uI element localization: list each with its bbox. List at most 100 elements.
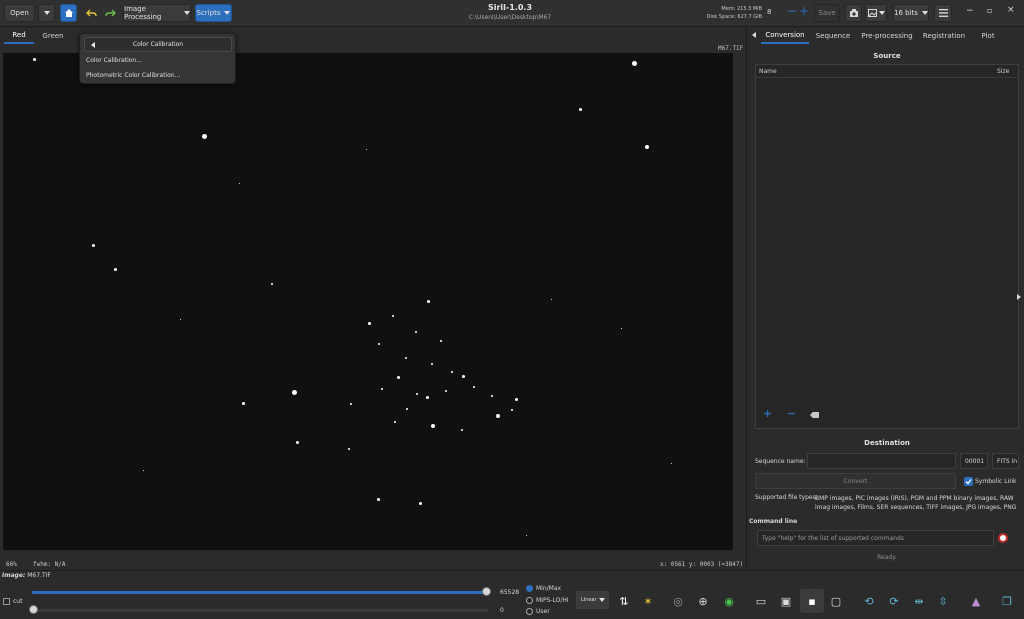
remove-file-icon[interactable]: − (787, 407, 796, 420)
max-value[interactable]: 65528 (500, 589, 519, 596)
submenu-title: Color Calibration (132, 41, 184, 48)
star (350, 403, 352, 405)
false-color-view-icon[interactable]: ▪ (800, 589, 824, 613)
sequence-name-input[interactable] (807, 453, 956, 469)
target-icon[interactable]: ◉ (719, 591, 739, 611)
chevron-down-icon (921, 11, 928, 15)
min-value[interactable]: 0 (500, 607, 504, 614)
tab-preprocessing[interactable]: Pre-processing (859, 27, 915, 44)
star (461, 429, 463, 431)
flip-icon[interactable]: ⇅ (614, 591, 634, 611)
save-label: Save (818, 9, 836, 17)
min-slider[interactable] (32, 609, 489, 612)
radio-user[interactable] (526, 608, 533, 615)
maximize-icon[interactable]: ▫ (987, 6, 992, 15)
star (496, 414, 500, 418)
symbolic-link-checkbox[interactable] (964, 477, 973, 486)
app-title: Siril-1.0.3 (487, 3, 533, 12)
redo-button[interactable] (101, 4, 119, 22)
column-size[interactable]: Size (997, 68, 1009, 75)
snapshot-button[interactable] (845, 4, 862, 22)
stretch-dropdown[interactable]: Linear (576, 591, 609, 609)
star (579, 108, 582, 111)
rotate-cw-icon[interactable]: ⟳ (884, 591, 904, 611)
inverted-view-icon[interactable]: ▢ (826, 591, 846, 611)
layers-icon[interactable]: ❐ (997, 591, 1017, 611)
cut-checkbox[interactable] (3, 598, 10, 605)
main-menu-button[interactable] (934, 4, 952, 22)
radio-minmax-label: Min/Max (536, 585, 562, 592)
output-format-dropdown[interactable]: FITS in (992, 453, 1019, 469)
open-button[interactable]: Open (4, 4, 35, 22)
star (440, 340, 442, 342)
undo-button[interactable] (82, 4, 100, 22)
min-slider-handle[interactable] (29, 605, 38, 614)
close-icon[interactable]: × (1007, 5, 1015, 15)
globe-icon[interactable]: ⊕ (693, 591, 713, 611)
menu-item-photometric-color-calibration[interactable]: Photometric Color Calibration... (86, 72, 180, 79)
open-label: Open (10, 9, 29, 17)
minimize-icon[interactable]: − (966, 6, 974, 16)
radio-mips[interactable] (526, 597, 533, 604)
menu-item-color-calibration[interactable]: Color Calibration... (86, 57, 142, 64)
tab-green[interactable]: Green (37, 27, 69, 44)
save-as-dropdown[interactable] (865, 4, 887, 22)
search-icon[interactable]: ◎ (668, 591, 688, 611)
mono-view-icon[interactable]: ▭ (751, 591, 771, 611)
format-value: FITS in (997, 457, 1018, 465)
max-slider-handle[interactable] (482, 587, 491, 596)
tab-plot[interactable]: Plot (973, 27, 1003, 44)
save-button[interactable]: Save (814, 4, 840, 22)
star (242, 402, 245, 405)
chevron-down-icon (598, 598, 605, 602)
tab-registration[interactable]: Registration (919, 27, 969, 44)
stop-command-icon[interactable] (998, 533, 1008, 543)
command-input[interactable]: Type "help" for the list of supported co… (757, 530, 994, 546)
bit-depth-dropdown[interactable]: 16 bits (893, 4, 929, 22)
star (526, 535, 527, 536)
camera-icon (849, 9, 858, 17)
max-slider[interactable] (32, 591, 489, 594)
histogram-icon[interactable]: ▲ (966, 591, 986, 611)
expand-panel-icon[interactable] (1017, 294, 1021, 300)
bit-depth-label: 16 bits (894, 9, 918, 17)
destination-title: Destination (864, 439, 910, 447)
radio-mips-label: MIPS-LO/HI (536, 597, 569, 604)
star (33, 58, 36, 61)
plus-icon[interactable]: + (799, 4, 809, 18)
radio-minmax[interactable] (526, 585, 533, 592)
disk-space-label: Disk Space: 627.7 GiB (706, 14, 762, 20)
photometry-icon[interactable]: ✶ (638, 591, 658, 611)
recent-files-dropdown[interactable] (38, 4, 55, 22)
image-name-label: M67.TIF (718, 45, 744, 52)
tab-red[interactable]: Red (4, 27, 34, 44)
add-files-icon[interactable]: + (763, 407, 772, 420)
star (416, 393, 418, 395)
hamburger-icon (938, 9, 948, 17)
command-line-title: Command line (749, 518, 798, 525)
minus-icon[interactable]: − (787, 4, 797, 18)
star (114, 268, 117, 271)
image-canvas[interactable] (3, 53, 733, 550)
star (394, 421, 396, 423)
collapse-arrow-icon[interactable] (752, 32, 756, 38)
star (271, 283, 273, 285)
convert-button[interactable]: Convert (755, 473, 956, 489)
scripts-menu-button[interactable]: Scripts (195, 4, 232, 22)
chevron-left-icon (91, 42, 95, 48)
color-view-icon[interactable]: ▣ (776, 591, 796, 611)
image-processing-menu-button[interactable]: Image Processing (123, 4, 191, 22)
star (645, 145, 649, 149)
tab-sequence[interactable]: Sequence (811, 27, 855, 44)
rotate-ccw-icon[interactable]: ⟲ (859, 591, 879, 611)
column-name[interactable]: Name (759, 68, 777, 75)
mirror-y-icon[interactable]: ⇳ (933, 591, 953, 611)
home-button[interactable] (60, 4, 77, 22)
submenu-back-header[interactable]: Color Calibration (84, 37, 232, 52)
cut-label: cut (13, 598, 23, 605)
tab-conversion[interactable]: Conversion (761, 27, 809, 44)
star (368, 322, 371, 325)
start-index-input[interactable]: 00001 (960, 453, 988, 469)
source-file-list[interactable]: Name Size (755, 64, 1019, 429)
mirror-x-icon[interactable]: ⇹ (909, 591, 929, 611)
